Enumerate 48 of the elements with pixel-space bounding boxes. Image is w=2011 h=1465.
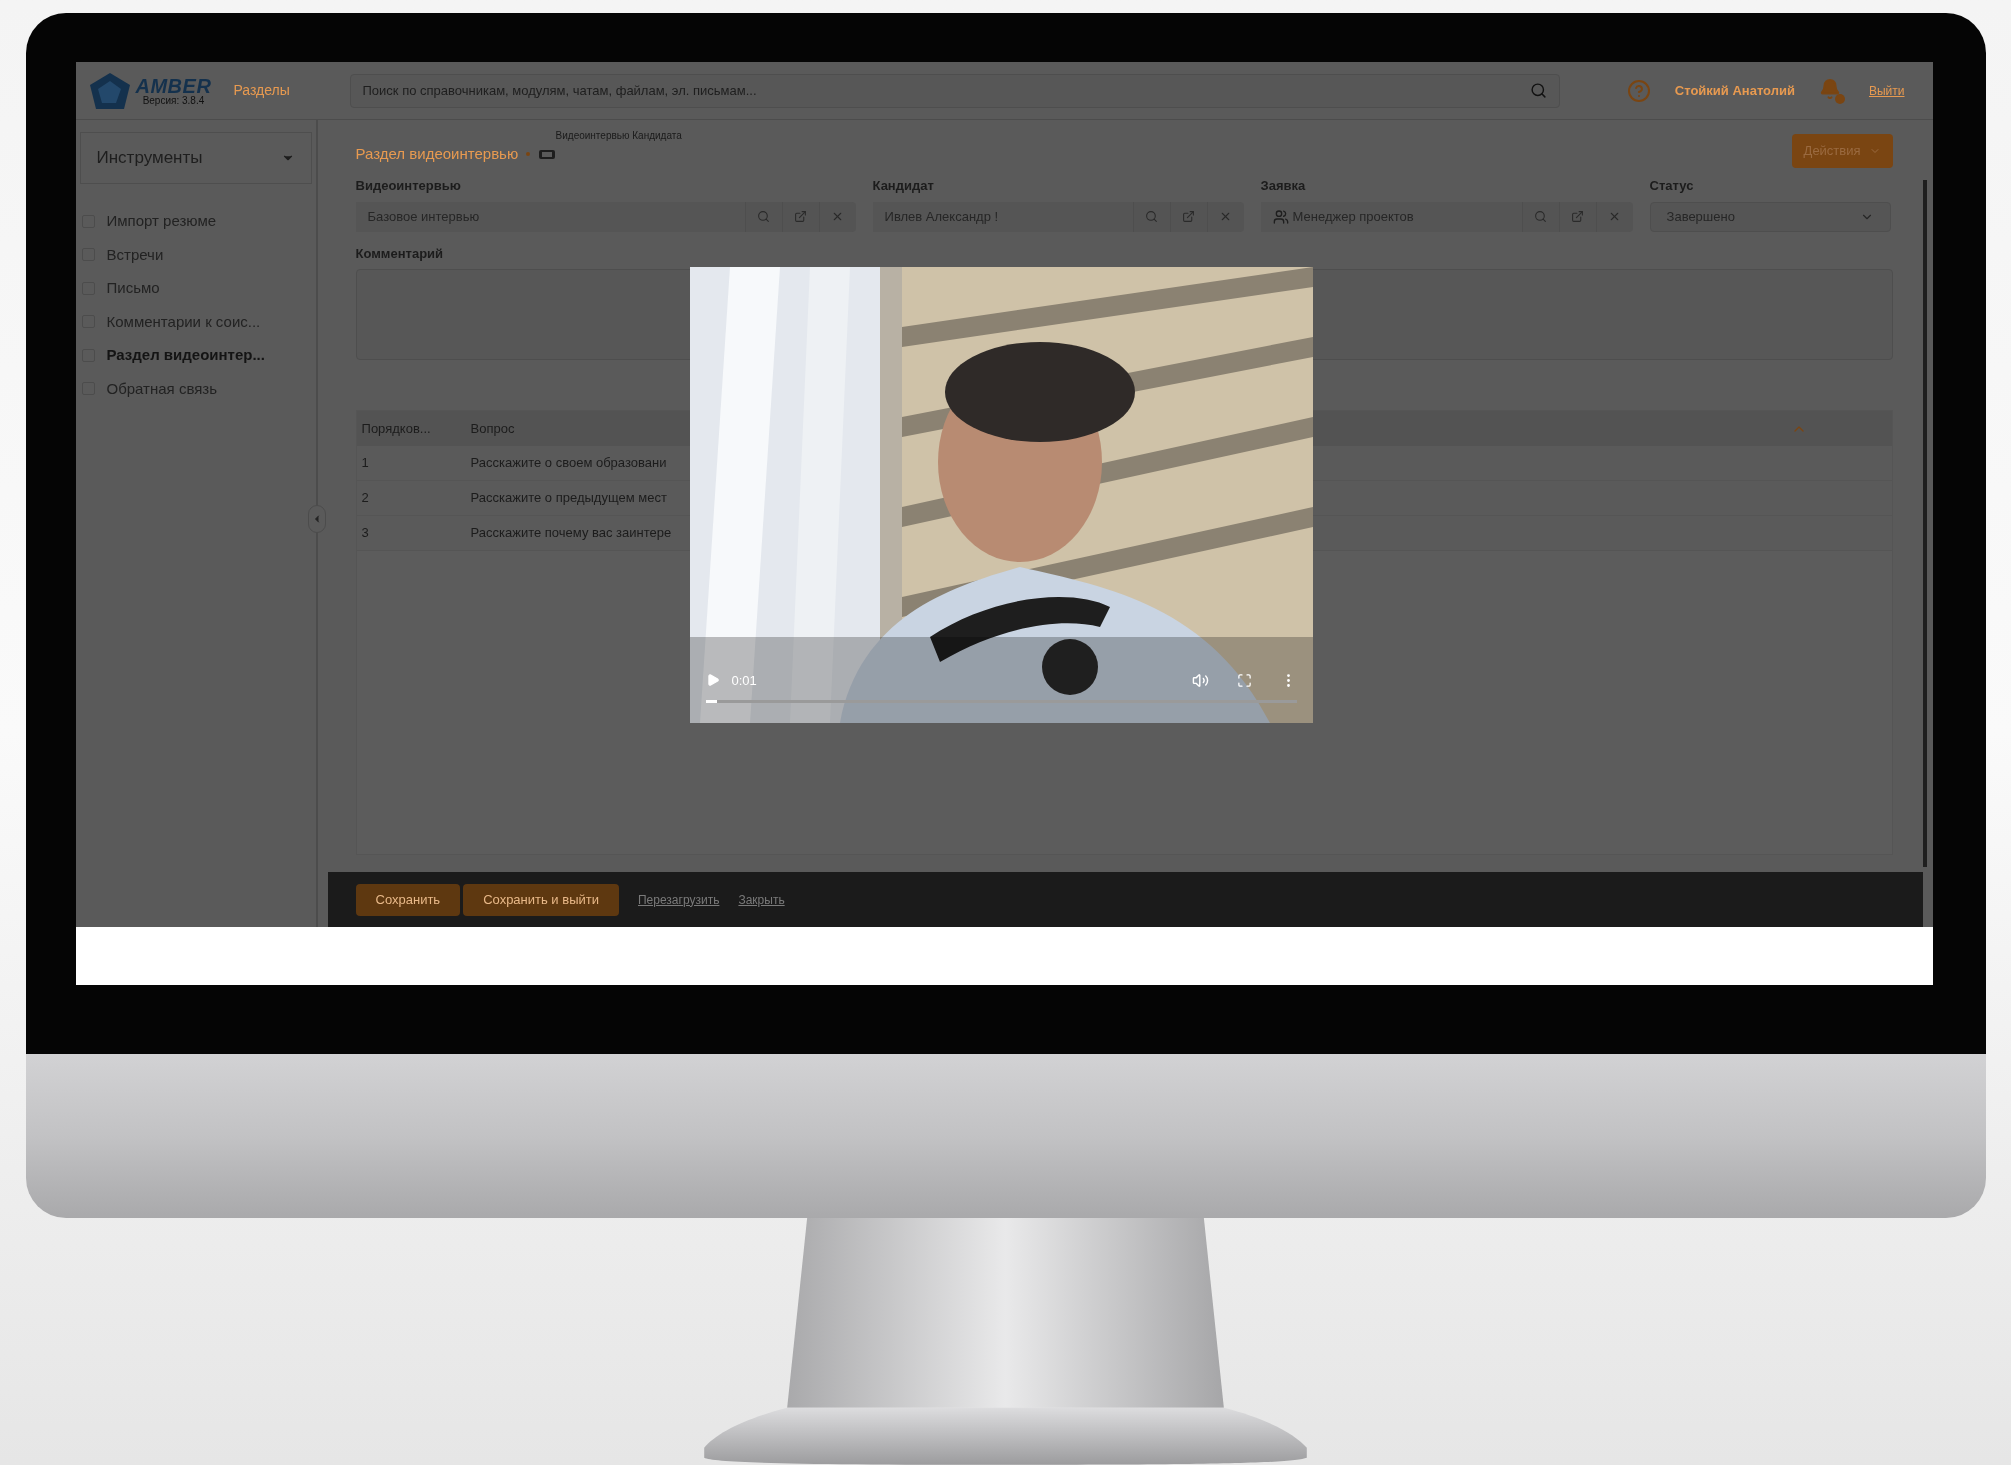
logout-link[interactable]: Выйти [1868,81,1905,100]
video-time: 0:01 [731,671,757,690]
external-link-icon [1571,210,1585,223]
external-link-icon [794,210,808,223]
field-label: Заявка [1260,177,1307,195]
play-icon[interactable] [705,673,720,688]
tools-dropdown[interactable]: Инструменты [79,132,312,184]
page-title: Раздел видеоинтервью [355,144,519,164]
footer-link[interactable]: Перезагрузить [638,890,720,909]
fullscreen-icon[interactable] [1236,672,1252,688]
sidebar-item[interactable]: Раздел видеоинтер... [106,344,265,367]
table-cell-text: 3 [360,524,370,543]
search-icon [1145,210,1159,223]
video-player[interactable]: 0:01 [689,267,1313,723]
sidebar-item[interactable]: Обратная связь [106,377,217,400]
footer-button[interactable]: Сохранить и выйти [463,883,619,916]
notifications-icon[interactable] [1818,77,1845,104]
table-cell-text: Расскажите о предыдущем мест [469,489,668,508]
logo-text: AMBER [135,75,212,96]
search-icon [1534,210,1548,223]
table-cell-text: Расскажите о своем образовани [469,454,668,473]
table-cell-text: 1 [360,454,370,473]
field-label: Кандидат [872,177,935,195]
table-cell-text: 2 [360,489,370,508]
sidebar-item[interactable]: Импорт резюме [106,210,217,233]
sidebar-item[interactable]: Встречи [106,243,164,266]
logo-icon [87,70,132,111]
search-icon [757,210,771,223]
field-label: Видеоинтервью [355,177,462,195]
table-cell-text: Расскажите почему вас заинтере [469,524,673,543]
sidebar-item[interactable]: Письмо [106,277,160,300]
breadcrumb-subtitle: Видеоинтервью Кандидата [555,129,682,143]
people-icon [1272,208,1289,225]
sections-link[interactable]: Разделы [233,80,334,101]
collapse-button[interactable] [307,505,326,533]
help-icon[interactable] [1626,78,1651,103]
search-field[interactable]: Поиск по справочникам, модулям, чатам, файлам, эл. письмам... [349,73,1560,108]
scrollbar[interactable] [1922,180,1927,867]
footer-button[interactable]: Сохранить [355,883,461,916]
search-icon[interactable] [1529,82,1547,99]
field-label: Комментарий [355,244,445,263]
version-text: Версия: 3.8.4 [142,95,205,106]
footer-link[interactable]: Закрыть [738,890,785,909]
sidebar-item[interactable]: Комментарии к соис... [106,310,261,333]
external-link-icon [1182,210,1196,223]
field-label: Статус [1649,177,1695,195]
user-name[interactable]: Стойкий Анатолий [1674,80,1795,101]
volume-icon[interactable] [1191,671,1209,689]
